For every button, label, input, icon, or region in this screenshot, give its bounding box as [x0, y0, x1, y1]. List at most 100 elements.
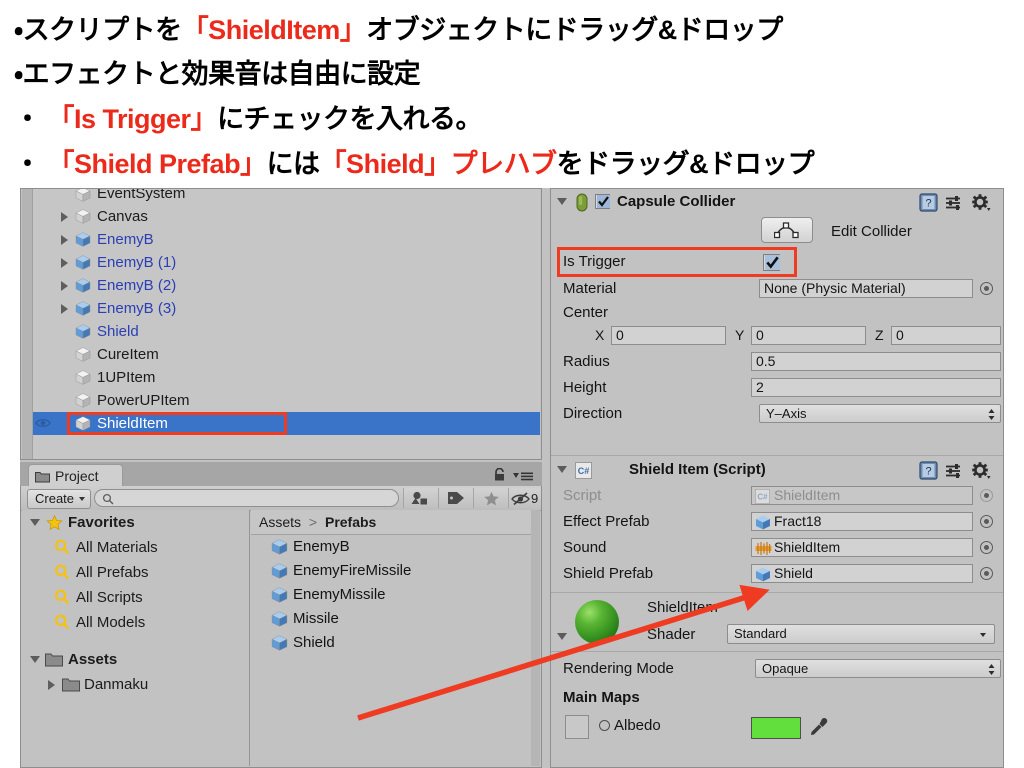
gear-icon[interactable] — [971, 462, 991, 480]
assets-group-header[interactable]: Assets — [22, 647, 249, 672]
lock-icon[interactable] — [493, 468, 506, 481]
project-tree-column[interactable]: Favorites All Materials All Prefabs All Sc… — [22, 510, 250, 766]
shader-dropdown[interactable]: Standard — [727, 624, 995, 644]
edit-collider-row: Edit Collider — [551, 215, 1003, 249]
filter-by-type-button[interactable] — [403, 488, 438, 508]
eyedropper-icon[interactable] — [809, 717, 829, 737]
hierarchy-item-enemyb-2[interactable]: EnemyB (2) — [33, 274, 540, 297]
project-asset-column[interactable]: Assets > Prefabs EnemyB EnemyFireMissile E… — [251, 510, 540, 766]
favorite-item-all-materials[interactable]: All Materials — [22, 535, 249, 560]
shield-prefab-object-picker[interactable] — [980, 567, 993, 580]
favorite-item-all-models[interactable]: All Models — [22, 610, 249, 635]
chevron-right-icon[interactable] — [61, 258, 68, 268]
center-z-field[interactable]: 0 — [891, 326, 1001, 345]
preset-icon[interactable] — [945, 463, 963, 479]
hierarchy-item-canvas[interactable]: Canvas — [33, 205, 540, 228]
hierarchy-item-cureitem[interactable]: CureItem — [33, 343, 540, 366]
project-search-input[interactable] — [117, 491, 396, 508]
albedo-color-swatch[interactable] — [751, 717, 801, 739]
visibility-eye-icon[interactable] — [35, 417, 51, 429]
assets-child-label: Danmaku — [84, 676, 149, 693]
hierarchy-item-1upitem[interactable]: 1UPItem — [33, 366, 540, 389]
tab-project[interactable]: Project — [28, 464, 123, 488]
asset-item-enemyb[interactable]: EnemyB — [251, 535, 540, 559]
gear-icon[interactable] — [971, 194, 991, 212]
hierarchy-list[interactable]: EventSystem Canvas EnemyB EnemyB (1) EnemyB … — [33, 189, 540, 459]
script-object-picker[interactable] — [980, 489, 993, 502]
asset-item-enemyfiremissile[interactable]: EnemyFireMissile — [251, 559, 540, 583]
project-search-field[interactable] — [94, 489, 399, 508]
star-icon — [484, 491, 499, 506]
hierarchy-item-eventsystem[interactable]: EventSystem — [33, 189, 540, 205]
center-label: Center — [563, 304, 609, 321]
hierarchy-item-shield[interactable]: Shield — [33, 320, 540, 343]
chevron-right-icon[interactable] — [61, 212, 68, 222]
material-header[interactable]: ShieldItem Shader Standard — [551, 593, 1003, 651]
hierarchy-item-enemyb-1[interactable]: EnemyB (1) — [33, 251, 540, 274]
breadcrumb[interactable]: Assets > Prefabs — [251, 510, 540, 535]
rendering-mode-dropdown[interactable]: Opaque — [755, 659, 1001, 678]
script-field[interactable]: C# ShieldItem — [751, 486, 973, 505]
capsule-collider-enabled-checkbox[interactable] — [595, 194, 610, 209]
breadcrumb-root[interactable]: Assets — [259, 514, 301, 530]
preset-icon[interactable] — [945, 195, 963, 211]
chevron-down-icon[interactable] — [557, 198, 567, 205]
filter-by-label-button[interactable] — [438, 488, 473, 508]
effect-prefab-field[interactable]: Fract18 — [751, 512, 973, 531]
albedo-texture-slot[interactable] — [565, 715, 589, 739]
component-shield-item-script: C# Shield Item (Script) ? Script C# Shie… — [551, 456, 1003, 593]
shield-prefab-label: Shield Prefab — [563, 565, 654, 582]
sound-field[interactable]: ShieldItem — [751, 538, 973, 557]
filter-favorites-button[interactable] — [473, 488, 508, 508]
breadcrumb-current[interactable]: Prefabs — [325, 514, 376, 530]
shield-item-script-header[interactable]: C# Shield Item (Script) ? — [551, 456, 1003, 484]
center-x-field[interactable]: 0 — [611, 326, 726, 345]
edit-collider-button[interactable] — [761, 217, 813, 243]
hidden-objects-toggle[interactable]: 9 — [508, 488, 541, 508]
material-object-picker[interactable] — [980, 282, 993, 295]
project-scrollbar[interactable] — [531, 510, 540, 766]
favorite-item-all-prefabs[interactable]: All Prefabs — [22, 560, 249, 585]
help-icon[interactable]: ? — [919, 461, 938, 480]
hierarchy-scrollbar[interactable] — [22, 189, 33, 459]
radius-field[interactable]: 0.5 — [751, 352, 1001, 371]
script-value: ShieldItem — [774, 487, 841, 503]
bullet-text-span: オブジェクトにドラッグ&ドロップ — [366, 15, 783, 45]
asset-item-enemymissile[interactable]: EnemyMissile — [251, 583, 540, 607]
shield-prefab-field[interactable]: Shield — [751, 564, 973, 583]
chevron-right-icon[interactable] — [61, 281, 68, 291]
center-y-field[interactable]: 0 — [751, 326, 866, 345]
albedo-toggle-icon[interactable] — [599, 720, 610, 731]
chevron-down-icon[interactable] — [557, 633, 567, 640]
help-icon[interactable]: ? — [919, 193, 938, 212]
asset-list[interactable]: EnemyB EnemyFireMissile EnemyMissile Missil… — [251, 535, 540, 655]
asset-item-label: Missile — [293, 610, 339, 627]
favorite-item-all-scripts[interactable]: All Scripts — [22, 585, 249, 610]
hierarchy-item-shielditem[interactable]: ShieldItem — [33, 412, 540, 435]
chevron-right-icon[interactable] — [61, 235, 68, 245]
asset-item-missile[interactable]: Missile — [251, 607, 540, 631]
assets-child-row[interactable]: Danmaku — [22, 672, 249, 697]
project-panel: Create 9 Favorites All Materials All Pre… — [20, 486, 542, 768]
bullet-text-span: ・ — [14, 104, 48, 134]
hierarchy-item-enemyb-3[interactable]: EnemyB (3) — [33, 297, 540, 320]
direction-dropdown[interactable]: Y–Axis — [759, 404, 1001, 423]
folder-icon — [35, 472, 50, 483]
asset-item-shield[interactable]: Shield — [251, 631, 540, 655]
chevron-right-icon[interactable] — [61, 304, 68, 314]
panel-menu-icon[interactable] — [512, 471, 534, 481]
height-field[interactable]: 2 — [751, 378, 1001, 397]
create-button[interactable]: Create — [27, 489, 92, 509]
hierarchy-item-powerupitem[interactable]: PowerUPItem — [33, 389, 540, 412]
sound-object-picker[interactable] — [980, 541, 993, 554]
favorites-list[interactable]: All Materials All Prefabs All Scripts All M… — [22, 535, 249, 635]
effect-prefab-object-picker[interactable] — [980, 515, 993, 528]
bullet-text-span: をドラッグ&ドロップ — [556, 149, 815, 179]
hierarchy-item-enemyb[interactable]: EnemyB — [33, 228, 540, 251]
is-trigger-checkbox[interactable] — [763, 254, 780, 271]
search-icon — [54, 589, 70, 605]
material-field[interactable]: None (Physic Material) — [759, 279, 973, 298]
favorites-group-header[interactable]: Favorites — [22, 510, 249, 535]
capsule-collider-header[interactable]: Capsule Collider ? — [551, 189, 1003, 215]
chevron-down-icon[interactable] — [557, 466, 567, 473]
